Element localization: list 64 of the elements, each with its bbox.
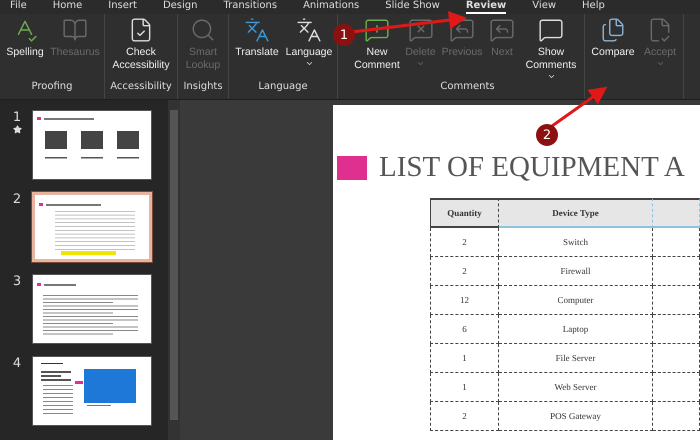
table-cell bbox=[653, 286, 700, 315]
comment-reply-icon bbox=[449, 17, 475, 43]
table-cell: Computer bbox=[499, 286, 653, 315]
slide-title: LIST OF EQUIPMENT A bbox=[379, 151, 685, 184]
table-header: Device Type bbox=[499, 198, 653, 228]
slide-number: 3 bbox=[12, 274, 22, 289]
group-label: Insights bbox=[182, 81, 224, 94]
comment-icon bbox=[538, 17, 564, 43]
table-cell bbox=[653, 228, 700, 257]
table-cell bbox=[653, 402, 700, 431]
table-cell: Laptop bbox=[499, 315, 653, 344]
ribbon-button[interactable]: New Comment bbox=[354, 14, 400, 81]
slide-number: 1 bbox=[12, 110, 22, 125]
ribbon-button[interactable]: Translate bbox=[232, 14, 282, 81]
ribbon-button[interactable]: Show Comments bbox=[521, 14, 581, 81]
book-icon bbox=[62, 17, 88, 43]
comment-x-icon bbox=[408, 17, 434, 43]
table-cell: 2 bbox=[430, 228, 499, 257]
table-cell bbox=[653, 257, 700, 286]
table-cell: File Server bbox=[499, 344, 653, 373]
ribbon-button[interactable]: Spelling bbox=[3, 14, 47, 81]
group-label: Accessibility bbox=[109, 81, 173, 94]
menu-tab[interactable]: Insert bbox=[108, 0, 137, 14]
table-cell: 12 bbox=[430, 286, 499, 315]
group-label: Language bbox=[257, 81, 309, 94]
accent-square bbox=[337, 156, 367, 180]
group-label: Proofing bbox=[30, 81, 74, 94]
scrollbar[interactable] bbox=[168, 100, 180, 440]
documents-icon bbox=[600, 17, 626, 43]
table-cell: POS Gateway bbox=[499, 402, 653, 431]
table-cell: 1 bbox=[430, 344, 499, 373]
slide-thumbnail[interactable] bbox=[32, 192, 152, 262]
table-cell: Switch bbox=[499, 228, 653, 257]
ribbon-button[interactable]: Check Accessibility bbox=[108, 14, 174, 81]
table-cell: 2 bbox=[430, 257, 499, 286]
slide-number: 2 bbox=[12, 192, 22, 207]
table-cell bbox=[653, 373, 700, 402]
translate-icon bbox=[296, 17, 322, 43]
slide-number: 4 bbox=[12, 356, 22, 371]
menu-tab[interactable]: Home bbox=[52, 0, 82, 14]
table-header bbox=[653, 198, 700, 228]
table-cell: Web Server bbox=[499, 373, 653, 402]
group-label: Comments bbox=[439, 81, 496, 94]
search-icon bbox=[190, 17, 216, 43]
menu-tab[interactable]: Help bbox=[582, 0, 605, 14]
ribbon-button[interactable]: Language bbox=[284, 14, 334, 81]
menu-tab[interactable]: Animations bbox=[303, 0, 360, 14]
menu-tab[interactable]: File bbox=[10, 0, 27, 14]
annotation-arrow bbox=[551, 86, 608, 128]
table-header: Quantity bbox=[430, 198, 499, 228]
ribbon-button[interactable]: Compare bbox=[588, 14, 638, 99]
table-cell bbox=[653, 344, 700, 373]
table-cell: 6 bbox=[430, 315, 499, 344]
table-cell bbox=[653, 315, 700, 344]
menu-tab[interactable]: Slide Show bbox=[385, 0, 440, 14]
comment-plus-icon bbox=[364, 17, 390, 43]
menu-tab[interactable]: View bbox=[532, 0, 556, 14]
translate-icon bbox=[244, 17, 270, 43]
table-cell: 2 bbox=[430, 402, 499, 431]
table-cell: Firewall bbox=[499, 257, 653, 286]
menu-tab[interactable]: Transitions bbox=[223, 0, 278, 14]
table-cell: 1 bbox=[430, 373, 499, 402]
comment-reply-icon bbox=[489, 17, 515, 43]
menu-tab[interactable]: Design bbox=[162, 0, 198, 14]
